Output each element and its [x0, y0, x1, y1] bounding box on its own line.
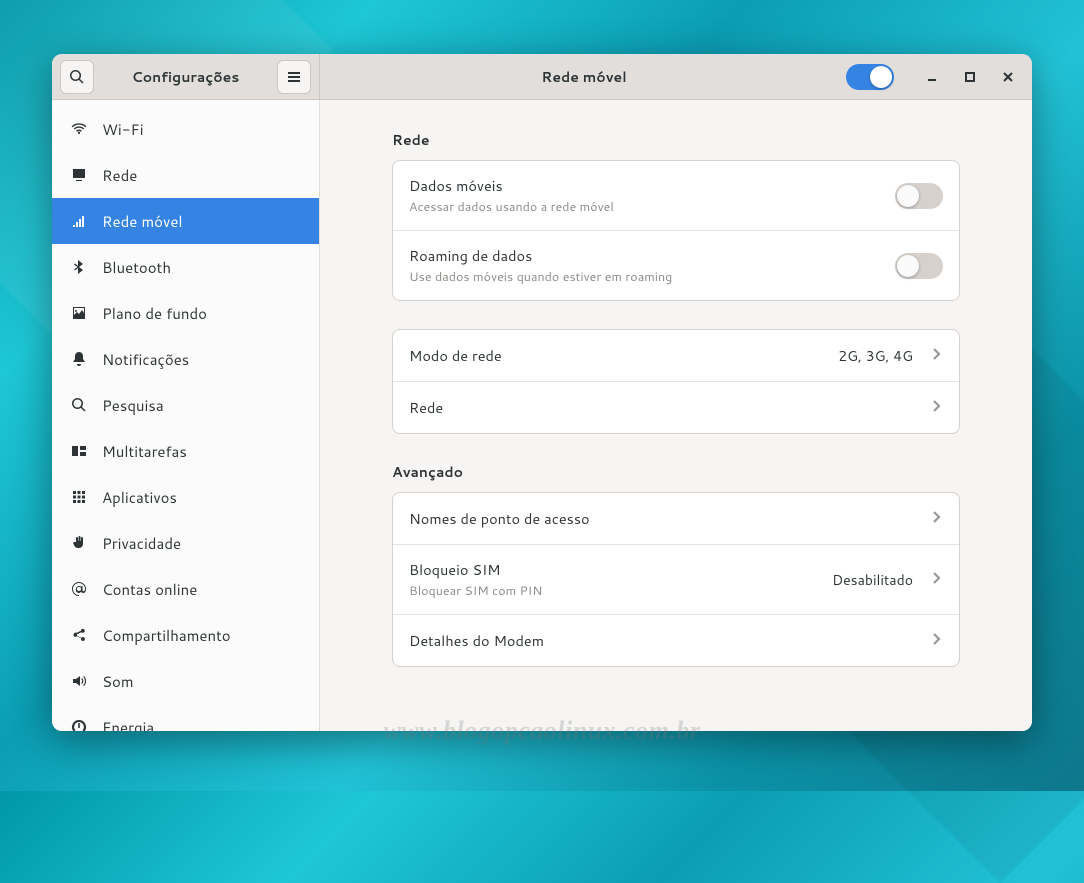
sidebar-item-rede[interactable]: Rede — [52, 152, 319, 198]
row-modem[interactable]: Detalhes do Modem — [393, 615, 959, 666]
search-button[interactable] — [60, 60, 94, 94]
content-area: Rede Dados móveis Acessar dados usando a … — [320, 100, 1032, 731]
sidebar-item-energia[interactable]: Energia — [52, 704, 319, 731]
picture-icon — [70, 305, 88, 321]
chevron-right-icon — [929, 568, 943, 591]
sidebar-item-bluetooth[interactable]: Bluetooth — [52, 244, 319, 290]
close-button[interactable] — [992, 61, 1024, 93]
sound-icon — [70, 673, 88, 689]
group-rede: Dados móveis Acessar dados usando a rede … — [392, 160, 960, 301]
row-title: Rede — [409, 397, 913, 418]
display-icon — [70, 167, 88, 183]
toggle-dados-moveis[interactable] — [895, 183, 943, 209]
close-icon — [1001, 70, 1015, 84]
sidebar-item-label: Contas online — [102, 579, 305, 600]
row-subtitle: Bloquear SIM com PIN — [409, 582, 816, 600]
row-value: Desabilitado — [832, 570, 913, 590]
chevron-right-icon — [929, 396, 943, 419]
sidebar-title: Configurações — [100, 67, 271, 87]
search-icon — [69, 69, 85, 85]
row-title: Nomes de ponto de acesso — [409, 508, 913, 529]
row-roaming[interactable]: Roaming de dados Use dados móveis quando … — [393, 231, 959, 300]
sidebar-item-label: Bluetooth — [102, 257, 305, 278]
sidebar-item-label: Pesquisa — [102, 395, 305, 416]
multitask-icon — [70, 443, 88, 459]
bluetooth-icon — [70, 259, 88, 275]
sidebar-item-label: Rede — [102, 165, 305, 186]
page-title: Rede móvel — [501, 67, 668, 87]
signal-icon — [70, 213, 88, 229]
sidebar-item-plano-fundo[interactable]: Plano de fundo — [52, 290, 319, 336]
row-value: 2G, 3G, 4G — [838, 346, 913, 366]
sidebar-item-contas[interactable]: Contas online — [52, 566, 319, 612]
chevron-right-icon — [929, 629, 943, 652]
row-title: Bloqueio SIM — [409, 559, 816, 580]
titlebar: Configurações Rede móvel — [52, 54, 1032, 100]
row-rede-sel[interactable]: Rede — [393, 382, 959, 433]
sidebar-item-wifi[interactable]: Wi-Fi — [52, 106, 319, 152]
row-modo-rede[interactable]: Modo de rede 2G, 3G, 4G — [393, 330, 959, 382]
sidebar-item-label: Wi-Fi — [102, 119, 305, 140]
sidebar-item-label: Energia — [102, 717, 305, 732]
sidebar: Wi-Fi Rede Rede móvel Bluetooth Plano de fun… — [52, 100, 320, 731]
minimize-button[interactable] — [916, 61, 948, 93]
sidebar-item-label: Plano de fundo — [102, 303, 305, 324]
sidebar-item-label: Compartilhamento — [102, 625, 305, 646]
search-icon — [70, 397, 88, 413]
group-avancado: Nomes de ponto de acessoBloqueio SIMBloq… — [392, 492, 960, 667]
row-sim[interactable]: Bloqueio SIM Bloquear SIM com PIN Desabili… — [393, 545, 959, 615]
sidebar-item-label: Rede móvel — [102, 211, 305, 232]
hamburger-icon — [286, 69, 302, 85]
master-toggle[interactable] — [846, 64, 894, 90]
row-dados-moveis[interactable]: Dados móveis Acessar dados usando a rede … — [393, 161, 959, 231]
power-icon — [70, 719, 88, 731]
sidebar-item-pesquisa[interactable]: Pesquisa — [52, 382, 319, 428]
settings-window: Configurações Rede móvel Wi-Fi Rede Rede m… — [52, 54, 1032, 731]
section-title-rede: Rede — [392, 130, 960, 150]
sidebar-item-label: Notificações — [102, 349, 305, 370]
sidebar-item-notificacoes[interactable]: Notificações — [52, 336, 319, 382]
titlebar-right: Rede móvel — [320, 54, 1032, 99]
sidebar-item-privacidade[interactable]: Privacidade — [52, 520, 319, 566]
row-title: Detalhes do Modem — [409, 630, 913, 651]
grid-icon — [70, 489, 88, 505]
chevron-right-icon — [929, 507, 943, 530]
sidebar-item-multitarefas[interactable]: Multitarefas — [52, 428, 319, 474]
window-body: Wi-Fi Rede Rede móvel Bluetooth Plano de fun… — [52, 100, 1032, 731]
at-icon — [70, 581, 88, 597]
sidebar-item-rede-movel[interactable]: Rede móvel — [52, 198, 319, 244]
row-title: Modo de rede — [409, 345, 822, 366]
titlebar-left: Configurações — [52, 54, 320, 99]
bell-icon — [70, 351, 88, 367]
wifi-icon — [70, 121, 88, 137]
row-subtitle: Acessar dados usando a rede móvel — [409, 198, 879, 216]
sidebar-item-som[interactable]: Som — [52, 658, 319, 704]
maximize-icon — [963, 70, 977, 84]
hamburger-button[interactable] — [277, 60, 311, 94]
sidebar-item-aplicativos[interactable]: Aplicativos — [52, 474, 319, 520]
row-subtitle: Use dados móveis quando estiver em roami… — [409, 268, 879, 286]
sidebar-item-label: Multitarefas — [102, 441, 305, 462]
chevron-right-icon — [929, 344, 943, 367]
row-title: Roaming de dados — [409, 245, 879, 266]
group-modo: Modo de rede 2G, 3G, 4G Rede — [392, 329, 960, 434]
maximize-button[interactable] — [954, 61, 986, 93]
section-title-avancado: Avançado — [392, 462, 960, 482]
share-icon — [70, 627, 88, 643]
sidebar-item-label: Aplicativos — [102, 487, 291, 508]
sidebar-item-label: Som — [102, 671, 305, 692]
row-apn[interactable]: Nomes de ponto de acesso — [393, 493, 959, 545]
sidebar-item-label: Privacidade — [102, 533, 291, 554]
minimize-icon — [925, 70, 939, 84]
row-title: Dados móveis — [409, 175, 879, 196]
hand-icon — [70, 535, 88, 551]
sidebar-item-compart[interactable]: Compartilhamento — [52, 612, 319, 658]
toggle-roaming[interactable] — [895, 253, 943, 279]
